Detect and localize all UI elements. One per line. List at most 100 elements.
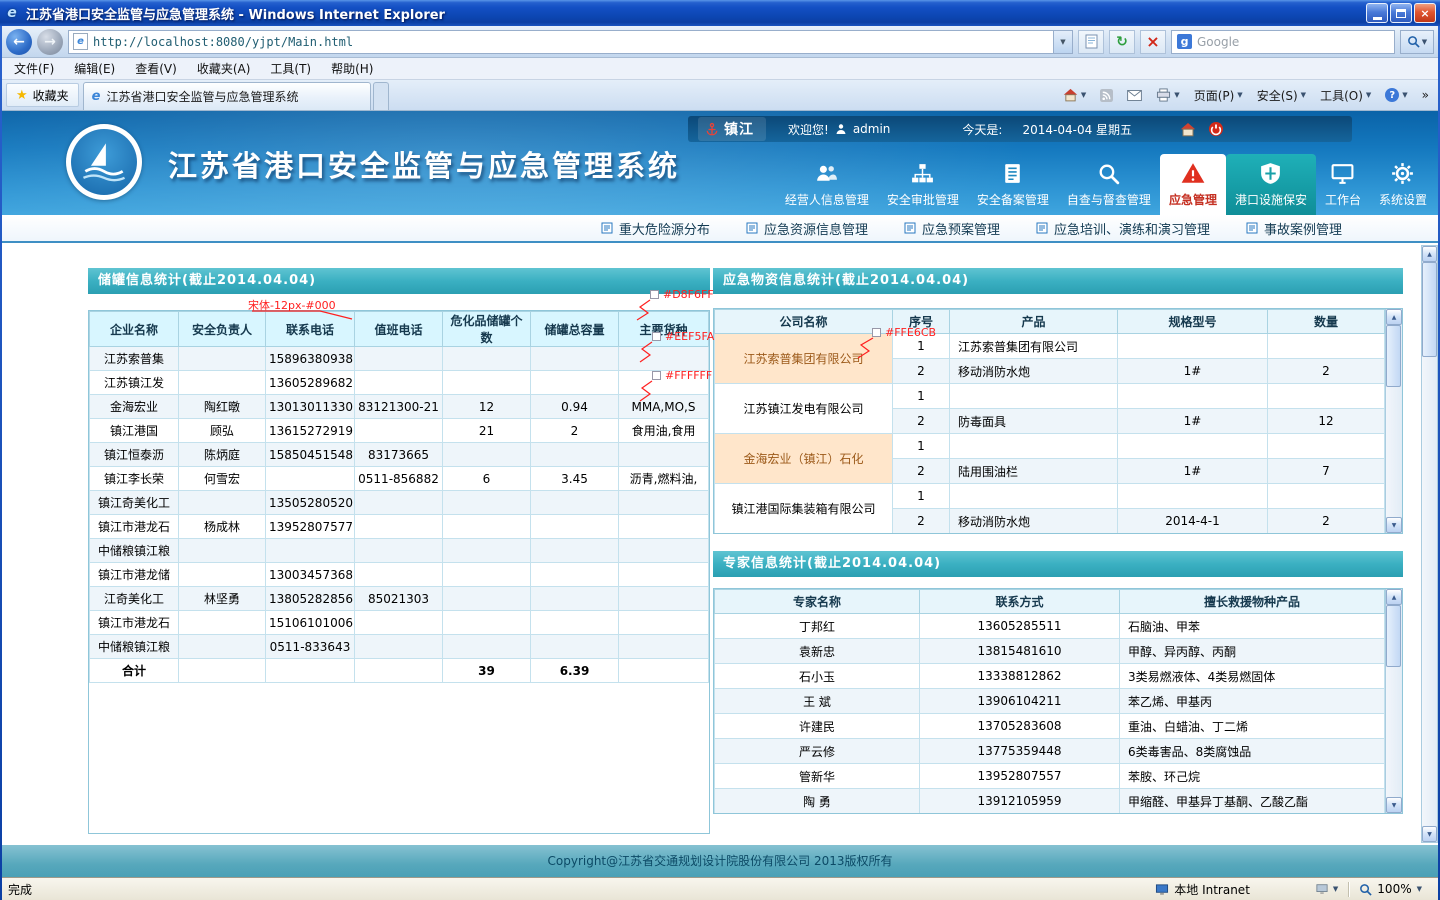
subnav-resource-info[interactable]: 应急资源信息管理 — [746, 219, 868, 238]
table-row[interactable]: 中储粮镇江粮 — [90, 539, 709, 563]
scroll-track[interactable] — [1386, 325, 1402, 517]
page-scrollbar[interactable]: ▲ ▼ — [1421, 245, 1438, 843]
column-header[interactable]: 专家名称 — [715, 590, 920, 614]
home-shortcut-icon[interactable] — [1180, 122, 1196, 137]
scroll-up-arrow[interactable]: ▲ — [1386, 589, 1402, 605]
url-text[interactable]: http://localhost:8080/yjpt/Main.html — [93, 35, 1048, 49]
column-header[interactable]: 值班电话 — [355, 312, 443, 347]
address-dropdown[interactable]: ▼ — [1053, 31, 1072, 53]
table-row[interactable]: 江苏镇江发13605289682 — [90, 371, 709, 395]
scroll-track[interactable] — [1422, 262, 1437, 826]
search-box[interactable]: g Google — [1171, 30, 1395, 54]
menu-file[interactable]: 文件(F) — [4, 58, 64, 79]
table-row[interactable]: 管新华13952807557苯胺、环己烷 — [715, 764, 1385, 789]
menu-view[interactable]: 查看(V) — [125, 58, 187, 79]
nav-safety-approval[interactable]: 安全审批管理 — [878, 154, 968, 215]
nav-inspection[interactable]: 自查与督查管理 — [1058, 154, 1160, 215]
stop-button[interactable]: × — [1140, 30, 1166, 54]
scroll-down-arrow[interactable]: ▼ — [1386, 797, 1402, 813]
column-header[interactable]: 企业名称 — [90, 312, 179, 347]
scroll-thumb[interactable] — [1386, 605, 1401, 667]
back-button[interactable]: ← — [6, 29, 32, 55]
column-header[interactable]: 安全负责人 — [179, 312, 266, 347]
table-row[interactable]: 严云修137753594486类毒害品、8类腐蚀品 — [715, 739, 1385, 764]
new-tab-stub[interactable] — [373, 82, 389, 110]
feeds-button[interactable] — [1093, 83, 1120, 107]
nav-emergency-management[interactable]: 应急管理 — [1160, 154, 1226, 215]
maximize-button[interactable] — [1390, 3, 1412, 23]
column-header[interactable]: 危化品储罐个数 — [443, 312, 531, 347]
compatibility-button[interactable] — [1078, 30, 1104, 54]
scroll-up-arrow[interactable]: ▲ — [1422, 246, 1437, 262]
nav-operator-info[interactable]: 经营人信息管理 — [776, 154, 878, 215]
column-header[interactable]: 公司名称 — [715, 310, 893, 334]
favorites-button[interactable]: ★ 收藏夹 — [6, 83, 79, 107]
print-button[interactable]: ▼ — [1149, 83, 1186, 107]
table-row[interactable]: 镇江市港龙石杨成林13952807577 — [90, 515, 709, 539]
table-row[interactable]: 石小玉133388128623类易燃液体、4类易燃固体 — [715, 664, 1385, 689]
table-row[interactable]: 镇江恒泰沥陈炳庭1585045154883173665 — [90, 443, 709, 467]
subnav-plan-management[interactable]: 应急预案管理 — [904, 219, 1000, 238]
help-button[interactable]: ? ▼ — [1378, 83, 1414, 107]
port-selector[interactable]: 镇江 — [698, 117, 766, 141]
refresh-button[interactable]: ↻ — [1109, 30, 1135, 54]
table-row[interactable]: 镇江港国际集装箱有限公司 1 — [715, 484, 1385, 509]
scroll-track[interactable] — [1386, 605, 1402, 797]
column-header[interactable]: 储罐总容量 — [531, 312, 619, 347]
column-header[interactable]: 数量 — [1268, 310, 1385, 334]
table-row[interactable]: 镇江市港龙石15106101006 — [90, 611, 709, 635]
nav-safety-record[interactable]: 安全备案管理 — [968, 154, 1058, 215]
address-bar[interactable]: e http://localhost:8080/yjpt/Main.html ▼ — [68, 30, 1073, 54]
menu-favorites[interactable]: 收藏夹(A) — [187, 58, 261, 79]
read-mail-button[interactable] — [1120, 83, 1149, 107]
supplies-scrollbar[interactable]: ▲ ▼ — [1385, 309, 1402, 533]
table-row[interactable]: 镇江港国顾弘13615272919212食用油,食用 — [90, 419, 709, 443]
table-row[interactable]: 金海宏业陶红暾1301301133083121300-21120.94MMA,M… — [90, 395, 709, 419]
column-header[interactable]: 联系电话 — [266, 312, 355, 347]
table-row[interactable]: 袁新忠13815481610甲醇、异丙醇、丙酮 — [715, 639, 1385, 664]
table-row[interactable]: 王 斌13906104211苯乙烯、甲基丙 — [715, 689, 1385, 714]
menu-edit[interactable]: 编辑(E) — [64, 58, 125, 79]
scroll-down-arrow[interactable]: ▼ — [1422, 826, 1437, 842]
scroll-thumb[interactable] — [1422, 262, 1437, 357]
search-button[interactable]: ▼ — [1400, 30, 1434, 54]
tab-active[interactable]: e 江苏省港口安全监管与应急管理系统 — [83, 82, 371, 110]
experts-scrollbar[interactable]: ▲ ▼ — [1385, 589, 1402, 813]
scroll-up-arrow[interactable]: ▲ — [1386, 309, 1402, 325]
scroll-thumb[interactable] — [1386, 325, 1401, 387]
close-button[interactable]: × — [1414, 3, 1436, 23]
scroll-down-arrow[interactable]: ▼ — [1386, 517, 1402, 533]
menu-help[interactable]: 帮助(H) — [321, 58, 383, 79]
forward-button[interactable]: → — [37, 29, 63, 55]
table-row[interactable]: 江苏索普集团有限公司 1 江苏索普集团有限公司 — [715, 334, 1385, 359]
zoom-control[interactable]: 100% ▼ — [1359, 882, 1422, 896]
column-header[interactable]: 规格型号 — [1118, 310, 1268, 334]
table-row[interactable]: 丁邦红13605285511石脑油、甲苯 — [715, 614, 1385, 639]
page-menu-button[interactable]: 页面(P) ▼ — [1187, 83, 1250, 107]
table-row[interactable]: 许建民13705283608重油、白蜡油、丁二烯 — [715, 714, 1385, 739]
table-row[interactable]: 江苏索普集15896380938 — [90, 347, 709, 371]
column-header[interactable]: 产品 — [950, 310, 1118, 334]
table-row[interactable]: 镇江市港龙储13003457368 — [90, 563, 709, 587]
table-row[interactable]: 江苏镇江发电有限公司 1 — [715, 384, 1385, 409]
more-commands-button[interactable]: » — [1415, 83, 1436, 107]
logout-power-icon[interactable] — [1208, 121, 1224, 137]
subnav-accident-cases[interactable]: 事故案例管理 — [1246, 219, 1342, 238]
subnav-hazard-distribution[interactable]: 重大危险源分布 — [601, 219, 710, 238]
menu-tools[interactable]: 工具(T) — [260, 58, 321, 79]
nav-port-security[interactable]: 港口设施保安 — [1226, 154, 1316, 215]
table-row[interactable]: 镇江李长荣何雪宏0511-85688263.45沥青,燃料油, — [90, 467, 709, 491]
tools-menu-button[interactable]: 工具(O) ▼ — [1313, 83, 1378, 107]
search-input[interactable]: Google — [1197, 35, 1389, 49]
window-titlebar[interactable]: e 江苏省港口安全监管与应急管理系统 - Windows Internet Ex… — [0, 0, 1440, 26]
table-row[interactable]: 中储粮镇江粮0511-833643 — [90, 635, 709, 659]
nav-workbench[interactable]: 工作台 — [1316, 154, 1370, 215]
subnav-training-drills[interactable]: 应急培训、演练和演习管理 — [1036, 219, 1210, 238]
safety-menu-button[interactable]: 安全(S) ▼ — [1250, 83, 1313, 107]
column-header[interactable]: 擅长救援物种产品 — [1120, 590, 1385, 614]
column-header[interactable]: 联系方式 — [920, 590, 1120, 614]
minimize-button[interactable] — [1366, 3, 1388, 23]
table-row[interactable]: 金海宏业（镇江）石化 1 — [715, 434, 1385, 459]
nav-system-settings[interactable]: 系统设置 — [1370, 154, 1436, 215]
status-mode-button[interactable]: ▼ — [1316, 883, 1338, 895]
